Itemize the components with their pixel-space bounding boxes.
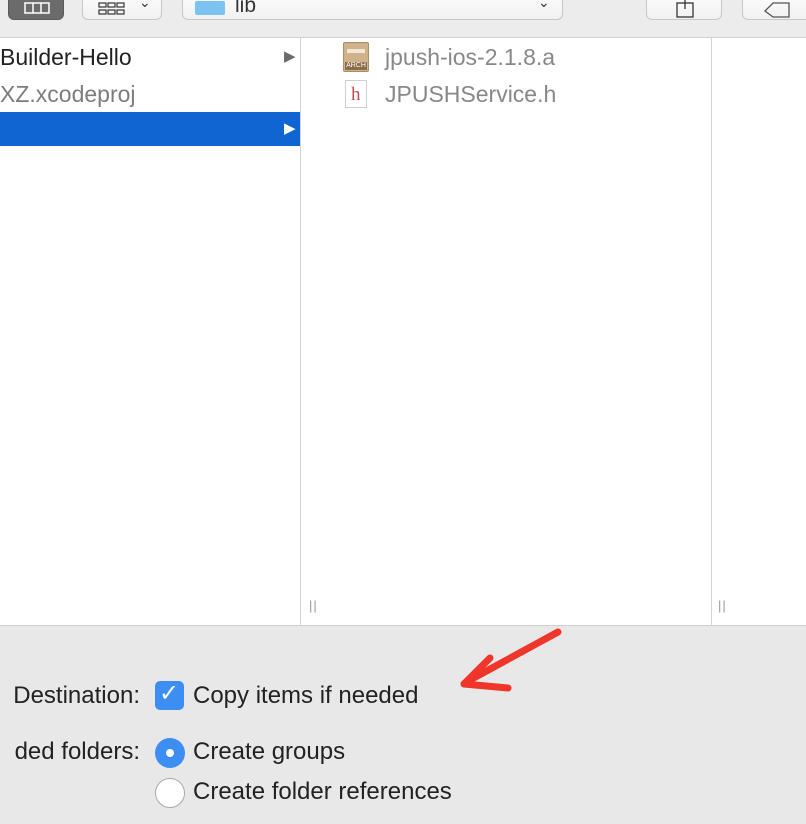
create-folder-references-radio[interactable]	[155, 778, 185, 808]
column-divider	[711, 38, 712, 625]
create-folder-references-label[interactable]: Create folder references	[193, 778, 452, 806]
column-view-button[interactable]	[8, 0, 64, 20]
list-item-label: Builder-Hello	[0, 44, 132, 70]
chevron-down-icon: ⌄	[139, 0, 151, 10]
tag-icon	[764, 2, 790, 18]
empty-column	[740, 38, 806, 625]
grid-icon	[98, 2, 125, 15]
path-label: lib	[235, 0, 257, 17]
list-item[interactable]: Builder-Hello ▶	[0, 40, 300, 74]
file-name: JPUSHService.h	[385, 81, 557, 107]
create-groups-label[interactable]: Create groups	[193, 738, 345, 766]
chevron-down-icon: ⌄	[538, 0, 550, 10]
path-popup[interactable]: lib ⌄	[182, 0, 563, 20]
list-item-label: XZ.xcodeproj	[0, 81, 136, 107]
create-groups-radio[interactable]	[155, 738, 185, 768]
annotation-arrow-icon	[460, 628, 562, 692]
tag-button[interactable]	[742, 0, 806, 20]
columns-icon	[24, 2, 50, 14]
destination-label: Destination:	[13, 682, 140, 709]
disclosure-arrow-icon: ▶	[284, 120, 296, 137]
column-resize-handle[interactable]: ||	[309, 598, 318, 613]
share-icon	[676, 0, 694, 18]
checkmark-icon: ✓	[159, 680, 180, 707]
finder-toolbar: ⌄ lib ⌄	[0, 0, 806, 38]
column-resize-handle[interactable]: ||	[718, 598, 727, 613]
list-item-selected[interactable]: ▶	[0, 112, 300, 146]
copy-items-checkbox[interactable]: ✓	[155, 680, 184, 710]
header-file-icon: h	[345, 80, 367, 108]
column-divider	[300, 38, 301, 625]
list-item[interactable]: XZ.xcodeproj	[0, 77, 300, 111]
archive-file-icon: ARCH	[343, 42, 369, 72]
added-folders-label: ded folders:	[14, 738, 140, 765]
folder-icon	[195, 1, 225, 15]
copy-items-label[interactable]: Copy items if needed	[193, 682, 418, 710]
arrange-button[interactable]: ⌄	[82, 0, 162, 20]
file-name: jpush-ios-2.1.8.a	[385, 44, 556, 70]
files-column	[329, 38, 711, 625]
share-button[interactable]	[646, 0, 722, 20]
radio-dot	[166, 749, 174, 757]
disclosure-arrow-icon: ▶	[284, 48, 296, 65]
